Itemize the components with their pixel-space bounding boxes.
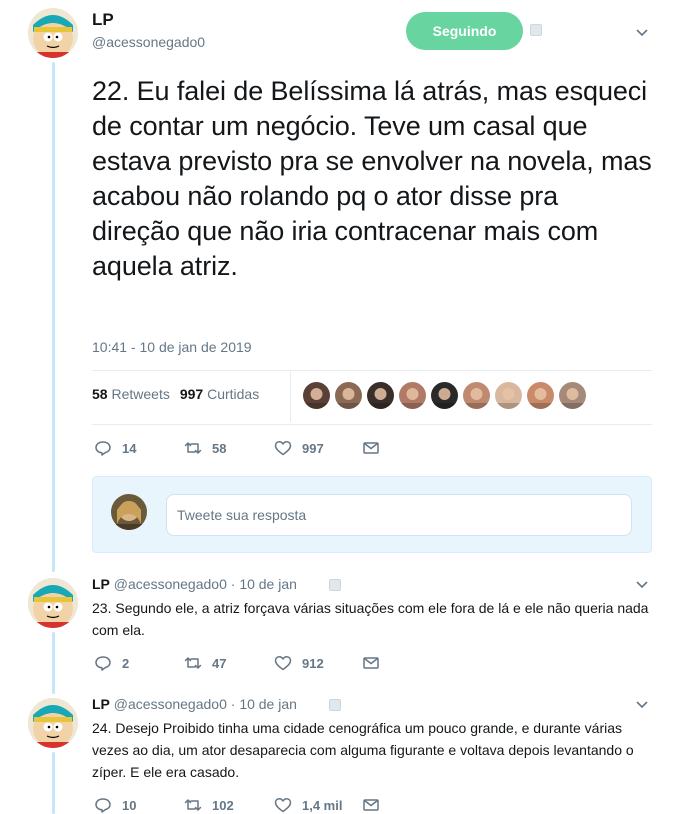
tweet-actions: 10 102 1,4 mil	[94, 796, 380, 814]
reply-count: 10	[122, 797, 137, 813]
like-action[interactable]: 1,4 mil	[274, 796, 362, 814]
like-action[interactable]: 912	[274, 654, 362, 672]
dot-separator: ·	[230, 696, 236, 712]
tweet-actions: 2 47 912	[94, 654, 380, 672]
heart-icon	[274, 655, 292, 671]
tweet-date[interactable]: 10 de jan	[239, 576, 297, 592]
liker-avatar[interactable]	[559, 382, 586, 409]
message-action[interactable]	[362, 439, 380, 457]
author-handle[interactable]: @acessonegado0	[114, 696, 227, 712]
tweet-timestamp[interactable]: 10:41 - 10 de jan de 2019	[92, 339, 252, 355]
like-count: 1,4 mil	[302, 797, 343, 813]
retweets-count: 58	[92, 386, 108, 402]
avatar[interactable]	[28, 8, 78, 58]
current-user-avatar[interactable]	[111, 494, 147, 530]
chevron-down-icon[interactable]	[634, 576, 650, 592]
thread-line	[52, 752, 55, 814]
stats-separator	[290, 372, 291, 422]
retweet-icon	[184, 657, 202, 669]
liker-avatar[interactable]	[431, 382, 458, 409]
reply-action[interactable]: 10	[94, 796, 184, 814]
like-count: 997	[302, 440, 324, 456]
reply-icon	[95, 441, 111, 456]
divider	[92, 370, 652, 371]
author-name[interactable]: LP	[92, 696, 110, 712]
retweet-action[interactable]: 102	[184, 796, 274, 814]
tweet-stats: 58 Retweets 997 Curtidas	[92, 386, 259, 402]
reply-icon	[95, 656, 111, 671]
retweet-icon	[184, 799, 202, 811]
tweet-text: 24. Desejo Proibido tinha uma cidade cen…	[92, 720, 634, 780]
liker-avatar[interactable]	[463, 382, 490, 409]
retweet-action[interactable]: 58	[184, 439, 274, 457]
chevron-down-icon[interactable]	[634, 696, 650, 712]
divider	[92, 424, 652, 425]
thread-line	[52, 62, 55, 572]
envelope-icon	[363, 657, 379, 669]
following-button[interactable]: Seguindo	[406, 12, 523, 50]
retweet-action[interactable]: 47	[184, 654, 274, 672]
profile-badge-icon	[329, 579, 341, 591]
retweet-count: 58	[212, 440, 227, 456]
reply-header: LP @acessonegado0 · 10 de jan	[92, 696, 297, 712]
liker-avatar[interactable]	[527, 382, 554, 409]
retweets-label: Retweets	[111, 386, 170, 402]
heart-icon	[274, 440, 292, 456]
reply-composer: Tweete sua resposta	[92, 476, 652, 553]
like-count: 912	[302, 655, 324, 671]
author-name[interactable]: LP	[92, 576, 110, 592]
avatar[interactable]	[28, 698, 78, 748]
thread-line	[52, 632, 55, 694]
liker-avatars	[303, 382, 586, 409]
chevron-down-icon[interactable]	[634, 24, 650, 40]
envelope-icon	[363, 799, 379, 811]
message-action[interactable]	[362, 654, 380, 672]
retweet-count: 102	[212, 797, 234, 813]
tweet-text: 22. Eu falei de Belíssima lá atrás, mas …	[92, 76, 652, 281]
reply-input[interactable]: Tweete sua resposta	[166, 494, 632, 536]
reply-action[interactable]: 2	[94, 654, 184, 672]
reply-action[interactable]: 14	[94, 439, 184, 457]
likes-label: Curtidas	[207, 386, 260, 402]
profile-badge-icon	[329, 699, 341, 711]
profile-badge-icon	[530, 24, 542, 36]
reply-count: 14	[122, 440, 137, 456]
retweet-icon	[184, 442, 202, 454]
liker-avatar[interactable]	[335, 382, 362, 409]
reply-count: 2	[122, 655, 130, 671]
likes-stat[interactable]: 997 Curtidas	[180, 386, 259, 402]
liker-avatar[interactable]	[399, 382, 426, 409]
liker-avatar[interactable]	[367, 382, 394, 409]
tweet-date[interactable]: 10 de jan	[239, 696, 297, 712]
author-handle[interactable]: @acessonegado0	[114, 576, 227, 592]
author-name[interactable]: LP	[92, 10, 114, 30]
retweet-count: 47	[212, 655, 227, 671]
like-action[interactable]: 997	[274, 439, 362, 457]
tweet-text: 23. Segundo ele, a atriz forçava várias …	[92, 600, 649, 638]
avatar[interactable]	[28, 578, 78, 628]
retweets-stat[interactable]: 58 Retweets	[92, 386, 170, 402]
reply-icon	[95, 798, 111, 813]
likes-count: 997	[179, 386, 204, 402]
liker-avatar[interactable]	[303, 382, 330, 409]
liker-avatar[interactable]	[495, 382, 522, 409]
envelope-icon	[363, 442, 379, 454]
dot-separator: ·	[230, 576, 236, 592]
tweet-actions: 14 58 997	[94, 439, 380, 457]
message-action[interactable]	[362, 796, 380, 814]
reply-header: LP @acessonegado0 · 10 de jan	[92, 576, 297, 592]
heart-icon	[274, 797, 292, 813]
author-handle[interactable]: @acessonegado0	[92, 34, 205, 50]
